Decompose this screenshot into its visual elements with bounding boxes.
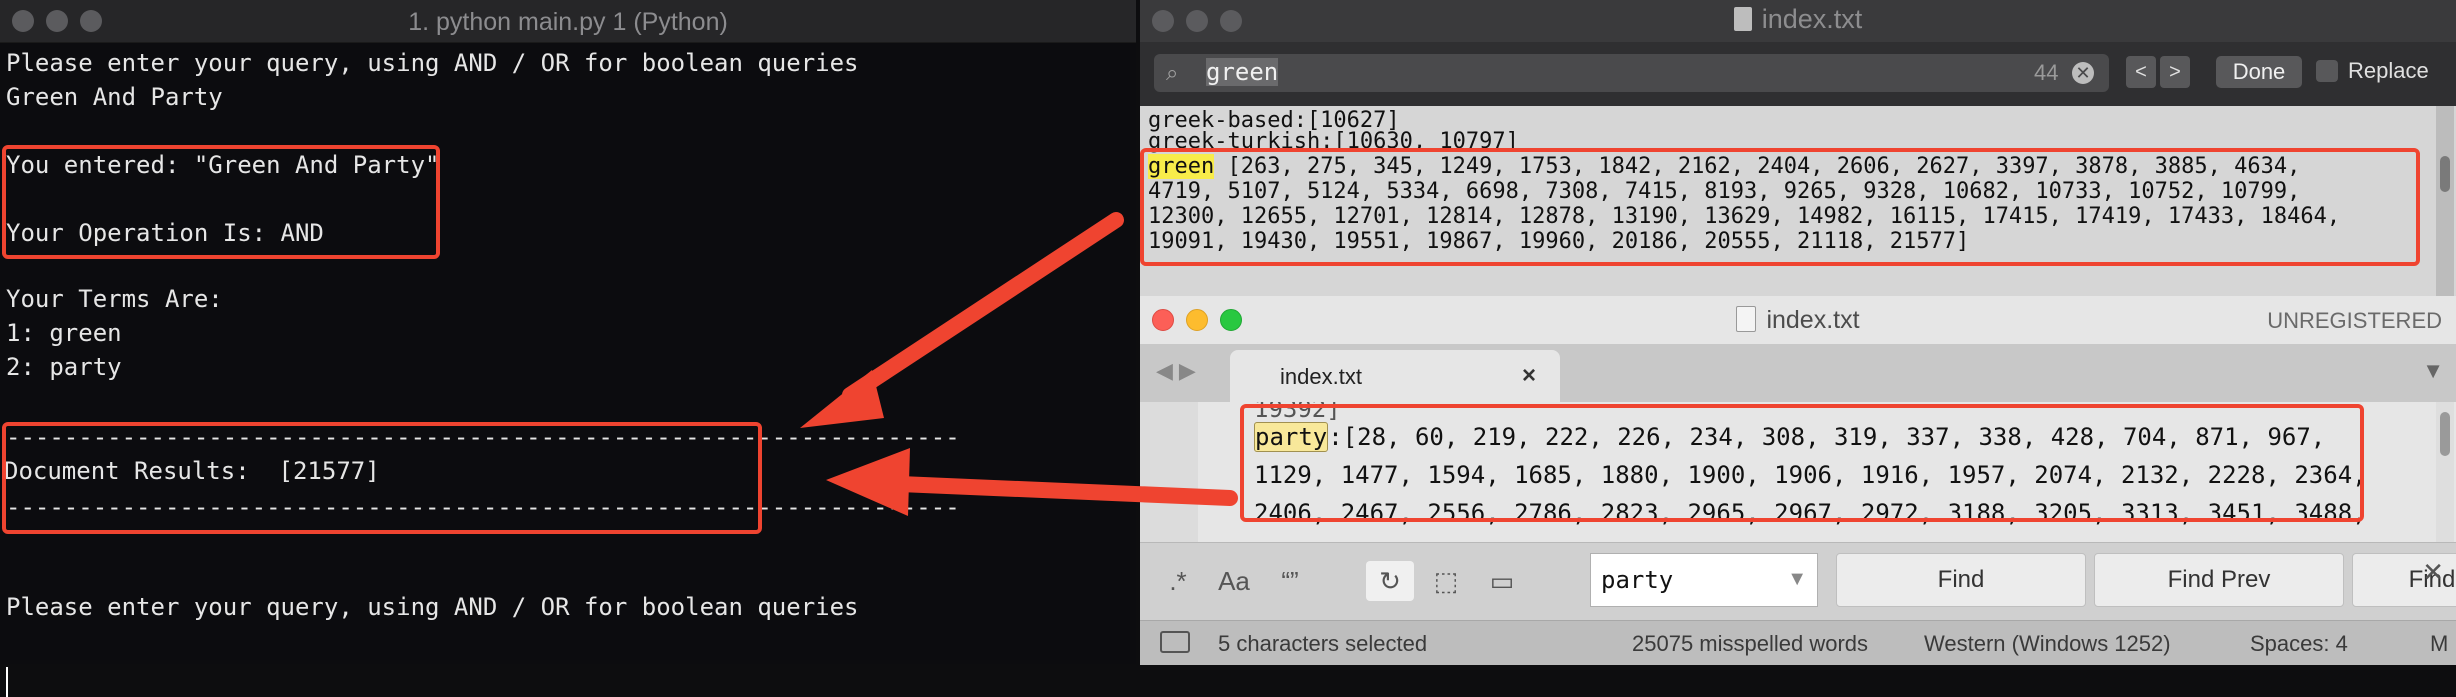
close-find-icon[interactable]: ✕	[2422, 557, 2444, 588]
case-sensitive-toggle[interactable]: Aa	[1210, 561, 1258, 601]
terminal-line: Your Terms Are:	[6, 285, 223, 313]
whole-word-toggle[interactable]: “”	[1266, 561, 1314, 601]
document-icon	[1733, 6, 1752, 31]
chevron-down-icon[interactable]: ▼	[1787, 568, 1807, 591]
wrap-toggle-icon[interactable]: ↻	[1366, 561, 1414, 601]
annotation-box	[2, 145, 440, 259]
unregistered-label: UNREGISTERED	[2267, 308, 2442, 333]
search-icon: ⌕	[1166, 60, 1179, 85]
terminal-titlebar: 1. python main.py 1 (Python)	[0, 0, 1136, 43]
sublime-window: index.txt UNREGISTERED ◀▶ index.txt × ▼ …	[1140, 296, 2456, 665]
status-encoding[interactable]: Western (Windows 1252)	[1924, 631, 2171, 657]
replace-checkbox[interactable]	[2316, 60, 2338, 82]
editor[interactable]: 19392] party:[28, 60, 219, 222, 226, 234…	[1140, 402, 2456, 542]
status-bar: 5 characters selected 25075 misspelled w…	[1140, 620, 2456, 665]
scrollbar-thumb[interactable]	[2440, 156, 2450, 192]
match-count: 44	[2034, 60, 2059, 85]
window-title: index.txt	[1140, 306, 2456, 335]
replace-label: Replace	[2348, 58, 2429, 83]
done-button[interactable]: Done	[2216, 56, 2302, 88]
tab-bar: ◀▶ index.txt × ▼	[1140, 344, 2456, 402]
find-prev-button[interactable]: Find Prev	[2094, 553, 2344, 607]
document-icon	[1736, 306, 1757, 333]
tab-nav-arrows-icon[interactable]: ◀▶	[1156, 358, 1202, 384]
find-input[interactable]: party ▼	[1590, 553, 1818, 607]
tab-menu-icon[interactable]: ▼	[2422, 358, 2444, 384]
find-bar: ⌕ green 44 ✕ < > Done Replace	[1140, 42, 2456, 106]
annotation-box	[2, 422, 762, 534]
panel-toggle-icon[interactable]	[1160, 631, 1190, 653]
terminal-cursor	[6, 667, 8, 697]
tab-index-txt[interactable]: index.txt ×	[1230, 350, 1560, 402]
status-spelling[interactable]: 25075 misspelled words	[1632, 631, 1868, 657]
highlight-matches-toggle-icon[interactable]: ▭	[1478, 561, 1526, 601]
tab-label: index.txt	[1280, 364, 1362, 389]
find-button[interactable]: Find	[1836, 553, 2086, 607]
status-selection: 5 characters selected	[1218, 631, 1428, 656]
terminal-title: 1. python main.py 1 (Python)	[408, 8, 728, 36]
in-selection-toggle-icon[interactable]: ⬚	[1422, 561, 1470, 601]
terminal-window: 1. python main.py 1 (Python) Please ente…	[0, 0, 1136, 697]
close-tab-icon[interactable]: ×	[1522, 362, 1536, 390]
previous-match-button[interactable]: <	[2126, 56, 2156, 88]
terminal-line: 2: party	[6, 353, 122, 381]
regex-toggle[interactable]: .*	[1154, 561, 1202, 601]
textedit-titlebar: index.txt	[1140, 0, 2456, 42]
terminal-line: Green And Party	[6, 83, 223, 111]
status-mode[interactable]: M	[2430, 631, 2448, 657]
next-match-button[interactable]: >	[2160, 56, 2190, 88]
sublime-titlebar: index.txt UNREGISTERED	[1140, 296, 2456, 345]
terminal-line: Please enter your query, using AND / OR …	[6, 593, 859, 621]
scrollbar[interactable]	[2436, 402, 2454, 542]
terminal-output[interactable]: Please enter your query, using AND / OR …	[0, 42, 1136, 697]
annotation-box	[1140, 148, 2420, 266]
textedit-window: index.txt ⌕ green 44 ✕ < > Done Replace …	[1140, 0, 2456, 296]
scrollbar-thumb[interactable]	[2440, 412, 2450, 456]
window-title: index.txt	[1140, 4, 2456, 35]
search-query: green	[1206, 58, 1279, 86]
find-panel: .* Aa “” ↻ ⬚ ▭ party ▼ Find Find Prev Fi…	[1140, 542, 2456, 621]
terminal-line: Please enter your query, using AND / OR …	[6, 49, 859, 77]
gutter	[1140, 402, 1198, 542]
find-input-value: party	[1601, 566, 1674, 594]
terminal-line: 1: green	[6, 319, 122, 347]
clear-search-icon[interactable]: ✕	[2072, 62, 2094, 84]
search-input[interactable]: ⌕ green 44 ✕	[1154, 54, 2109, 92]
annotation-box	[1240, 404, 2364, 522]
scrollbar[interactable]	[2436, 106, 2454, 296]
status-spaces[interactable]: Spaces: 4	[2250, 631, 2348, 657]
